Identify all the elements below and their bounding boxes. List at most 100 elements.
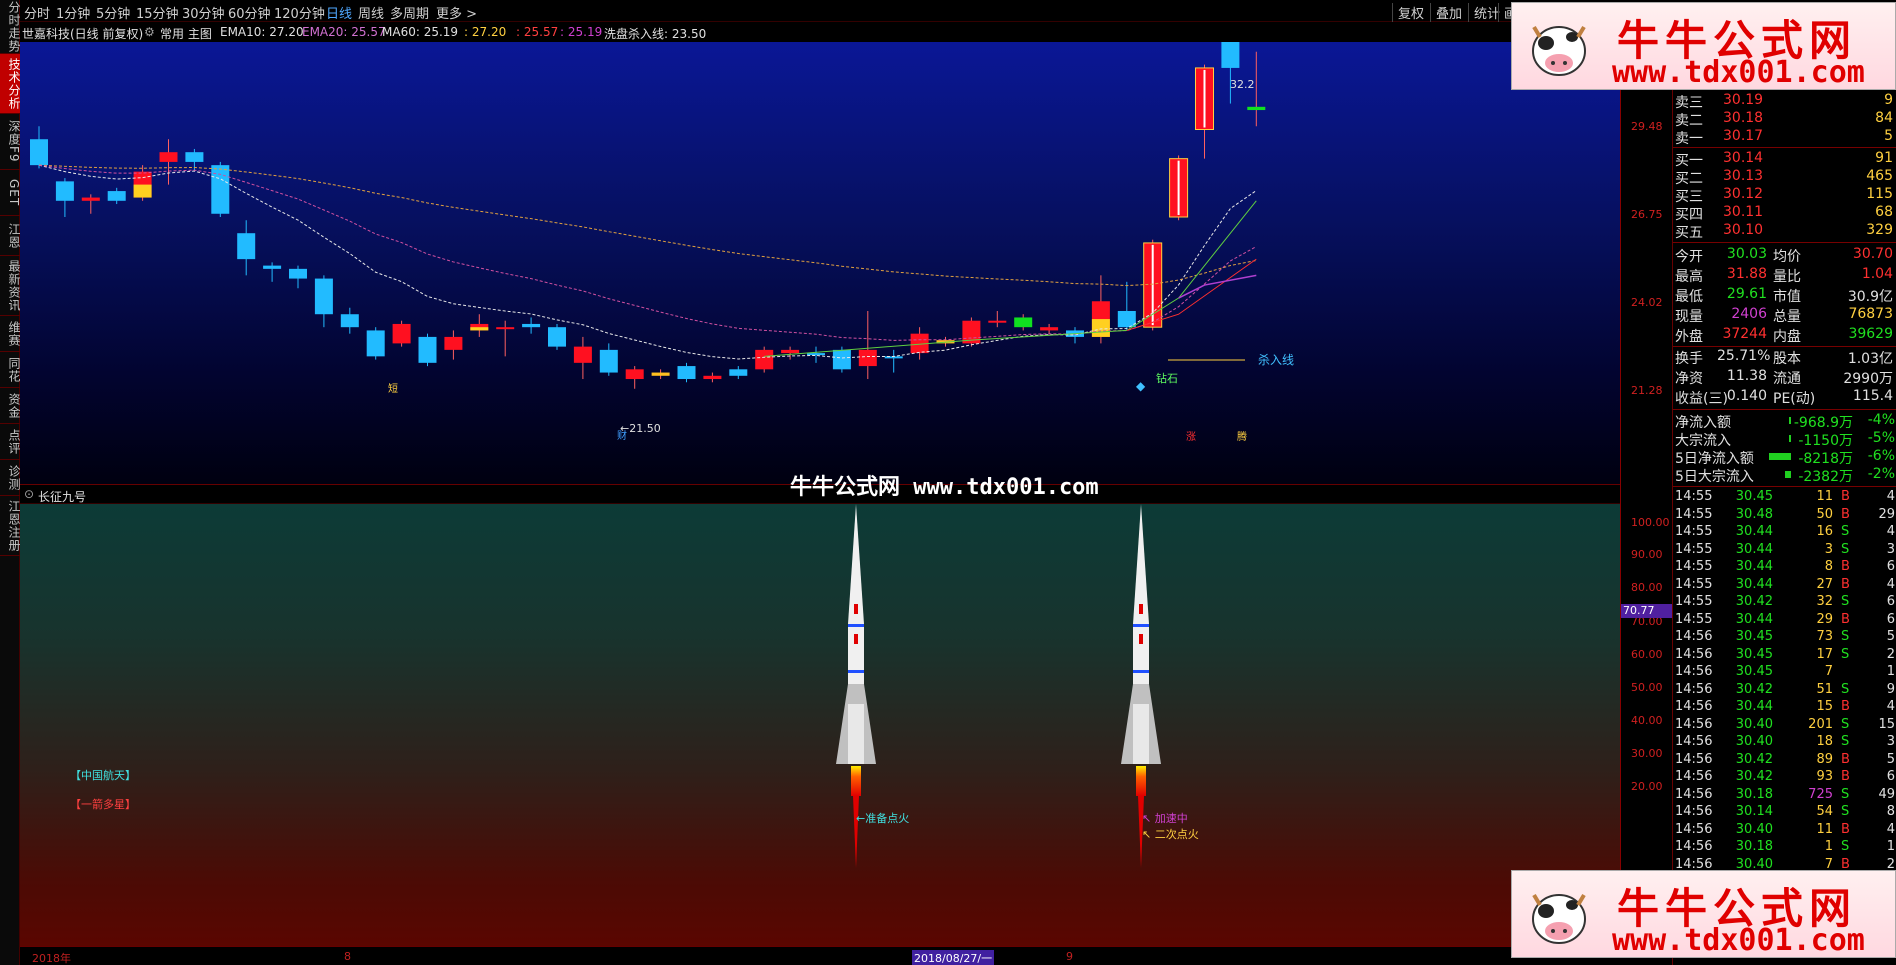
tick-price: 30.40 — [1735, 716, 1773, 732]
tick-price: 30.42 — [1735, 769, 1773, 784]
chart-mode[interactable]: 常用 主图 — [160, 25, 212, 42]
tick-volume: 27 — [1816, 576, 1833, 592]
ready-label: ←准备点火 — [856, 811, 909, 825]
restore-button[interactable]: 复权 — [1392, 3, 1424, 22]
y-tick: 24.02 — [1631, 296, 1663, 309]
candle-body — [237, 233, 256, 260]
quote-value: 115.4 — [1852, 388, 1893, 404]
tick-price: 30.44 — [1735, 576, 1773, 592]
aerospace-label: 【中国航天】 — [70, 768, 136, 782]
tick-price: 30.14 — [1735, 804, 1773, 819]
tick-count: 8 — [1886, 804, 1895, 819]
main-candlestick-chart[interactable]: 杀入线 32.2 ←21.50 钻石 ◆ 短 财 涨 腾 — [20, 42, 1620, 484]
flow-value: -968.9万 — [1793, 415, 1853, 431]
quote-row: 最低 29.61 市值 30.9亿 — [1673, 286, 1896, 305]
tick-price: 30.42 — [1735, 751, 1773, 767]
tab-review[interactable]: 点评 — [0, 424, 21, 460]
tick-volume: 11 — [1816, 489, 1833, 504]
flow-label: 5日净流入额 — [1675, 451, 1754, 467]
tick-count: 4 — [1886, 524, 1895, 539]
tab-tonghua[interactable]: 同花 — [0, 352, 21, 388]
tick-time: 14:56 — [1675, 629, 1713, 644]
tick-price: 30.45 — [1735, 629, 1773, 644]
ask-price: 30.17 — [1723, 128, 1764, 144]
logo-banner-bottom[interactable]: 牛牛公式网 www.tdx001.com — [1511, 870, 1896, 958]
kill-line-value: 洗盘杀入线: 23.50 — [604, 27, 707, 41]
tick-volume: 201 — [1808, 716, 1833, 732]
zhang-label: 涨 — [1186, 431, 1196, 443]
tick-time: 14:56 — [1675, 786, 1713, 802]
tab-intraday[interactable]: 分时走势 — [0, 0, 21, 54]
value-tag: 70.77 — [1621, 604, 1673, 618]
gear-icon[interactable]: ⚙ — [144, 25, 155, 39]
ask-volume: 84 — [1875, 110, 1893, 126]
candle-body — [522, 323, 541, 328]
period-30min[interactable]: 30分钟 — [182, 3, 225, 22]
tick-time: 14:56 — [1675, 681, 1713, 697]
period-5min[interactable]: 5分钟 — [96, 3, 130, 22]
period-120min[interactable]: 120分钟 — [274, 3, 325, 22]
tick-volume: 7 — [1824, 664, 1833, 679]
trading-app: 分时走势 技术分析 深度F9 GET 江恩 最新资讯 维赛 同花 资金 点评 诊… — [0, 0, 1896, 965]
candle-body — [625, 369, 644, 380]
tab-f9[interactable]: 深度F9 — [0, 114, 21, 170]
indicator-line: 世嘉科技(日线 前复权) ⚙ 常用 主图 EMA10: 27.20 EMA20:… — [20, 22, 1620, 42]
tab-news[interactable]: 最新资讯 — [0, 256, 21, 316]
watermark: 牛牛公式网 www.tdx001.com — [790, 475, 1099, 500]
tab-technical[interactable]: 技术分析 — [0, 54, 21, 114]
tick-price: 30.45 — [1735, 664, 1773, 679]
tick-count: 4 — [1886, 489, 1895, 504]
tick-side: S — [1841, 646, 1850, 662]
tick-side: B — [1841, 611, 1850, 627]
quote-row: 换手 25.71% 股本 1.03亿 — [1673, 348, 1896, 367]
y-tick: 29.48 — [1631, 120, 1663, 133]
tab-diagnose[interactable]: 诊测 — [0, 460, 21, 496]
flow-bar — [1789, 435, 1791, 442]
tick-count: 6 — [1886, 559, 1895, 574]
candle-layer — [30, 42, 1266, 389]
tick-side: B — [1841, 751, 1850, 767]
rocket-indicator-chart[interactable]: 【中国航天】 【一箭多星】 ←准备点火 ↖ 加速中 ↖ 二次点火 — [20, 504, 1620, 946]
candle-body — [1117, 310, 1136, 328]
ask-label: 卖二 — [1675, 113, 1703, 129]
tick-count: 1 — [1886, 839, 1895, 854]
period-multi[interactable]: 多周期 — [390, 3, 429, 22]
date-axis: 2018年 8 2018/08/27/一 9 — [20, 946, 1672, 965]
tick-count: 3 — [1886, 734, 1895, 749]
stats-button[interactable]: 统计 — [1468, 3, 1500, 22]
cow-icon — [1532, 25, 1586, 76]
tab-gann-register[interactable]: 江恩注册 — [0, 496, 21, 556]
candle-body — [832, 349, 851, 370]
tab-get[interactable]: GET — [0, 170, 21, 216]
quote-label: 量比 — [1773, 269, 1801, 285]
period-daily[interactable]: 日线 — [326, 3, 352, 22]
bid-volume: 329 — [1866, 222, 1893, 238]
bid-row: 买二 30.13 465 — [1673, 168, 1896, 187]
tab-weisai[interactable]: 维赛 — [0, 316, 21, 352]
period-intraday[interactable]: 分时 — [24, 3, 50, 22]
quote-value: 11.38 — [1726, 368, 1767, 384]
overlay-button[interactable]: 叠加 — [1430, 3, 1462, 22]
logo-banner-top[interactable]: 牛牛公式网 www.tdx001.com — [1511, 2, 1896, 90]
period-weekly[interactable]: 周线 — [358, 3, 384, 22]
quote-row: 收益(三) 0.140 PE(动) 115.4 — [1673, 388, 1896, 407]
tab-funds[interactable]: 资金 — [0, 388, 21, 424]
period-more[interactable]: 更多 > — [436, 3, 477, 22]
settings-icon[interactable]: ⊙ — [24, 487, 34, 501]
tick-time: 14:55 — [1675, 594, 1713, 609]
tick-side: S — [1841, 716, 1850, 732]
tick-time: 14:56 — [1675, 804, 1713, 819]
tick-volume: 3 — [1824, 541, 1833, 557]
period-1min[interactable]: 1分钟 — [56, 3, 90, 22]
tab-gann[interactable]: 江恩 — [0, 216, 21, 256]
tick-price: 30.18 — [1735, 786, 1773, 802]
flow-pct: -2% — [1867, 466, 1895, 482]
y-tick: 40.00 — [1631, 714, 1663, 727]
period-60min[interactable]: 60分钟 — [228, 3, 271, 22]
ask-row: 卖三 30.19 9 — [1673, 92, 1896, 111]
left-tab-bar: 分时走势 技术分析 深度F9 GET 江恩 最新资讯 维赛 同花 资金 点评 诊… — [0, 0, 21, 965]
period-15min[interactable]: 15分钟 — [136, 3, 179, 22]
quote-value: 29.61 — [1726, 286, 1767, 302]
tick-count: 6 — [1886, 769, 1895, 784]
candle-body — [496, 327, 515, 330]
